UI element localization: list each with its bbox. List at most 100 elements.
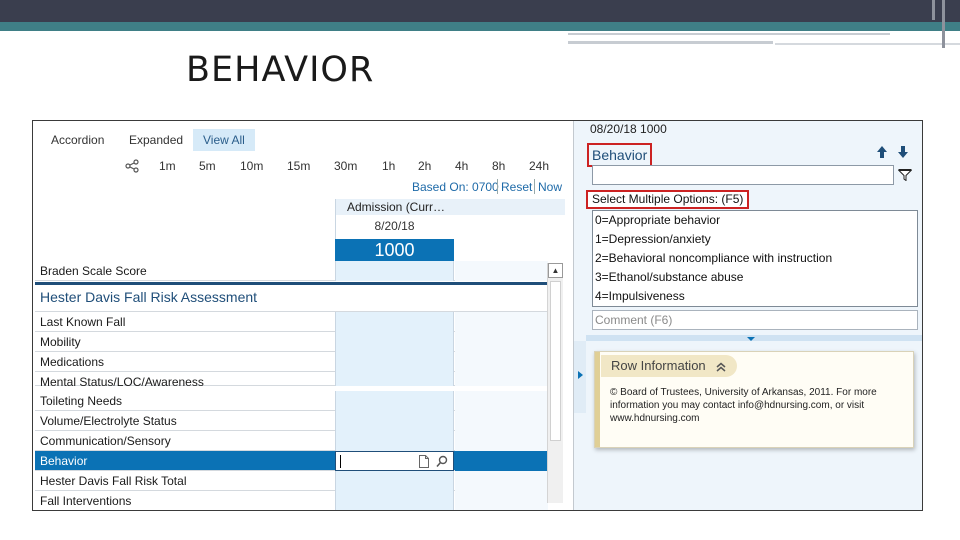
row-information-card: Row Information © Board of Trustees, Uni…: [594, 351, 914, 448]
interval-4h[interactable]: 4h: [455, 159, 468, 173]
flowsheet-rows: Braden Scale Score Hester Davis Fall Ris…: [35, 261, 548, 510]
option-item[interactable]: 2=Behavioral noncompliance with instruct…: [593, 249, 832, 268]
row-label: Mental Status/LOC/Awareness: [40, 375, 204, 387]
magnifier-icon[interactable]: [436, 455, 448, 468]
table-row[interactable]: Fall Interventions: [35, 491, 548, 510]
column-time[interactable]: 1000: [335, 239, 454, 261]
comment-field[interactable]: Comment (F6): [592, 310, 918, 330]
tab-expanded[interactable]: Expanded: [119, 129, 193, 151]
empty-cell: [455, 372, 548, 386]
behavior-value-input[interactable]: [335, 451, 454, 471]
slide-ornament: [932, 0, 935, 20]
section-title: Hester Davis Fall Risk Assessment: [40, 289, 258, 305]
table-row[interactable]: Toileting Needs: [35, 391, 548, 411]
based-on-label[interactable]: Based On: 0700: [412, 180, 499, 194]
table-row[interactable]: Medications: [35, 352, 548, 372]
table-row[interactable]: Braden Scale Score: [35, 261, 548, 281]
field-title: Behavior: [587, 143, 653, 167]
interval-8h[interactable]: 8h: [492, 159, 505, 173]
value-cell[interactable]: [335, 431, 454, 451]
empty-cell: [455, 451, 548, 471]
interval-15m[interactable]: 15m: [287, 159, 310, 173]
value-cell[interactable]: [335, 491, 454, 510]
options-list[interactable]: 0=Appropriate behavior 1=Depression/anxi…: [592, 210, 918, 307]
interval-2h[interactable]: 2h: [418, 159, 431, 173]
row-information-text: © Board of Trustees, University of Arkan…: [610, 387, 877, 424]
option-item[interactable]: 1=Depression/anxiety: [593, 230, 711, 249]
row-label: Fall Interventions: [40, 494, 132, 508]
table-row[interactable]: Mental Status/LOC/Awareness: [35, 372, 548, 387]
interval-1h[interactable]: 1h: [382, 159, 395, 173]
table-row[interactable]: Volume/Electrolyte Status: [35, 411, 548, 431]
empty-cell: [455, 411, 548, 431]
value-cell[interactable]: [335, 352, 454, 372]
text-caret: [340, 455, 341, 468]
option-item[interactable]: 4=Impulsiveness: [593, 287, 685, 306]
slide-rule: [775, 43, 960, 45]
row-label: Mobility: [40, 335, 81, 349]
table-row[interactable]: Hester Davis Fall Risk Total: [35, 471, 548, 491]
interval-5m[interactable]: 5m: [199, 159, 216, 173]
separator: [534, 179, 535, 194]
documentation-datetime: 08/20/18 1000: [590, 122, 667, 136]
row-label: Hester Davis Fall Risk Total: [40, 474, 187, 488]
interval-1m[interactable]: 1m: [159, 159, 176, 173]
column-date: 8/20/18: [374, 219, 415, 233]
row-information-header[interactable]: Row Information: [601, 355, 738, 377]
separator: [497, 179, 498, 194]
column-header-admission[interactable]: Admission (Curr…: [335, 199, 565, 215]
tab-view-all[interactable]: View All: [193, 129, 255, 151]
interval-10m[interactable]: 10m: [240, 159, 263, 173]
scroll-up-arrow-icon[interactable]: ▲: [548, 263, 563, 278]
empty-cell: [455, 431, 548, 451]
option-item[interactable]: 0=Appropriate behavior: [593, 211, 720, 230]
interval-24h[interactable]: 24h: [529, 159, 549, 173]
slide-rule: [568, 33, 890, 35]
document-icon[interactable]: [418, 455, 430, 468]
search-input[interactable]: [592, 165, 894, 185]
tab-accordion[interactable]: Accordion: [41, 129, 114, 151]
table-row[interactable]: Communication/Sensory: [35, 431, 548, 451]
collapse-arrow-icon[interactable]: [747, 337, 755, 341]
table-row-selected[interactable]: Behavior: [35, 451, 548, 471]
arrow-up-icon[interactable]: [876, 145, 888, 159]
option-item[interactable]: 3=Ethanol/substance abuse: [593, 268, 743, 287]
section-divider: [35, 282, 548, 285]
empty-cell: [455, 332, 548, 352]
flowsheet-window: Accordion Expanded View All 1m 5m 10m 15…: [32, 120, 923, 511]
filter-icon[interactable]: [898, 169, 912, 181]
double-chevron-up-icon[interactable]: [715, 362, 727, 372]
value-cell[interactable]: [335, 471, 454, 491]
empty-cell: [455, 312, 548, 332]
empty-cell: [455, 491, 548, 510]
row-label: Braden Scale Score: [40, 264, 147, 278]
value-cell[interactable]: [335, 411, 454, 431]
row-label: Medications: [40, 355, 105, 369]
table-row[interactable]: Last Known Fall: [35, 312, 548, 332]
value-cell[interactable]: [335, 261, 454, 281]
section-header[interactable]: Hester Davis Fall Risk Assessment: [35, 282, 548, 312]
row-label: Last Known Fall: [40, 315, 126, 329]
empty-cell: [455, 471, 548, 491]
reset-link[interactable]: Reset: [501, 180, 532, 194]
slide-teal-band: [0, 22, 960, 31]
share-icon[interactable]: [125, 159, 139, 173]
value-cell[interactable]: [335, 332, 454, 352]
value-cell[interactable]: [335, 391, 454, 411]
row-label: Volume/Electrolyte Status: [40, 414, 177, 428]
flowsheet-grid-pane: Accordion Expanded View All 1m 5m 10m 15…: [33, 121, 573, 510]
slide-rule: [568, 41, 773, 44]
empty-cell: [455, 261, 548, 281]
interval-30m[interactable]: 30m: [334, 159, 357, 173]
row-information-title: Row Information: [611, 358, 706, 373]
now-link[interactable]: Now: [538, 180, 562, 194]
scrollbar-thumb[interactable]: [550, 281, 561, 441]
empty-cell: [455, 391, 548, 411]
table-row[interactable]: Mobility: [35, 332, 548, 352]
slide-title: BEHAVIOR: [186, 50, 375, 90]
vertical-scrollbar[interactable]: ▲: [547, 263, 563, 503]
arrow-down-icon[interactable]: [897, 145, 909, 159]
value-cell[interactable]: [335, 312, 454, 332]
value-cell[interactable]: [335, 372, 454, 386]
expand-arrow-icon[interactable]: [578, 371, 583, 379]
